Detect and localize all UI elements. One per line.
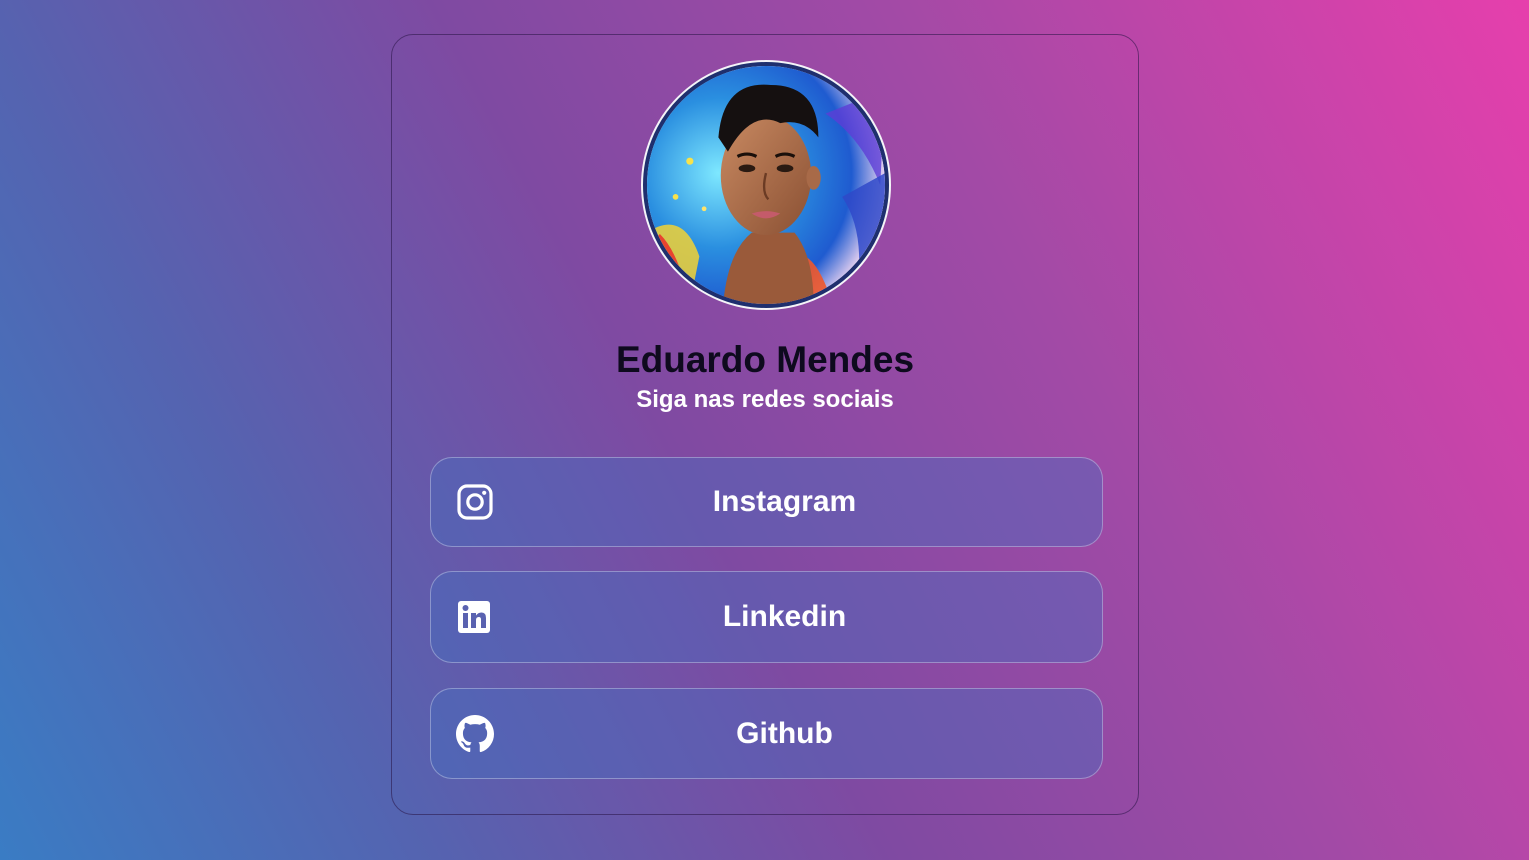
linkedin-label: Linkedin [722,600,847,633]
github-link-button[interactable]: Github [430,688,1103,779]
profile-photo-image [647,66,885,304]
profile-name: Eduardo Mendes [615,339,915,380]
linkedin-link-button[interactable]: Linkedin [430,571,1103,663]
github-label: Github [736,716,833,750]
profile-subtitle: Siga nas redes sociais [636,386,894,413]
instagram-link-button[interactable]: Instagram [430,457,1103,547]
instagram-label: Instagram [712,485,857,518]
profile-card: Eduardo Mendes Siga nas redes sociais In… [391,34,1139,815]
avatar [641,60,891,310]
